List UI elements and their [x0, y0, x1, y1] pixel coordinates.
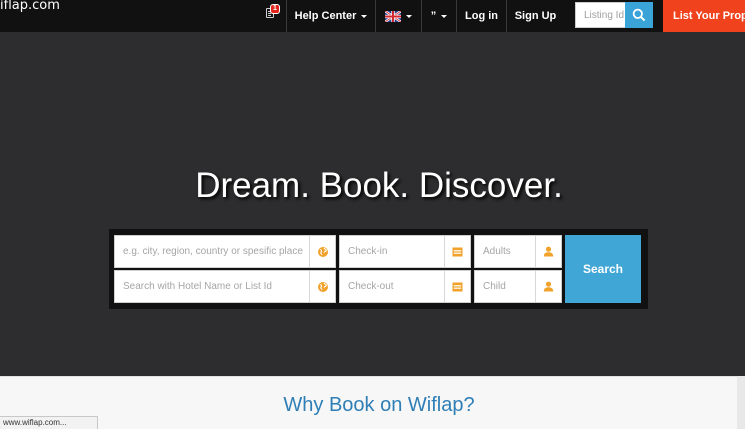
currency-dropdown[interactable]: ” [421, 0, 456, 32]
search-icon [632, 8, 646, 22]
currency-label: ” [430, 10, 437, 22]
calendar-addon [444, 236, 470, 267]
help-center-dropdown[interactable]: Help Center [286, 0, 375, 32]
hotel-name-field [114, 270, 336, 303]
uk-flag-icon [385, 10, 401, 22]
destination-input[interactable] [115, 236, 309, 267]
globe-icon [317, 246, 328, 257]
language-dropdown[interactable] [375, 0, 421, 32]
checkin-input[interactable] [340, 236, 444, 267]
help-center-label: Help Center [294, 10, 357, 22]
search-button[interactable]: Search [565, 235, 641, 303]
hero-title: Dream. Book. Discover. [195, 166, 563, 205]
listing-search [575, 2, 653, 28]
notification-button[interactable]: 1 [262, 4, 282, 24]
why-book-title: Why Book on Wiflap? [283, 394, 475, 416]
calendar-icon [452, 282, 463, 292]
child-input[interactable] [475, 271, 535, 302]
user-addon [535, 236, 561, 267]
list-property-button[interactable]: List Your Property [663, 0, 745, 32]
signup-link[interactable]: Sign Up [506, 0, 564, 32]
adults-field [474, 235, 562, 268]
scrollbar[interactable] [737, 376, 745, 429]
listing-id-input[interactable] [575, 2, 627, 28]
child-field [474, 270, 562, 303]
site-logo[interactable]: iflap.com [0, 0, 60, 13]
user-icon [543, 281, 554, 292]
calendar-icon [452, 247, 463, 257]
checkout-field [339, 270, 471, 303]
adults-input[interactable] [475, 236, 535, 267]
user-addon [535, 271, 561, 302]
user-icon [543, 246, 554, 257]
listing-search-button[interactable] [625, 2, 653, 28]
login-label: Log in [465, 10, 498, 22]
notification-badge: 1 [270, 4, 280, 14]
globe-addon [309, 271, 335, 302]
checkout-input[interactable] [340, 271, 444, 302]
chevron-down-icon [441, 15, 448, 18]
calendar-addon [444, 271, 470, 302]
login-link[interactable]: Log in [456, 0, 506, 32]
globe-icon [317, 281, 328, 292]
status-bar-url: www.wiflap.com... [0, 416, 98, 429]
chevron-down-icon [361, 15, 368, 18]
signup-label: Sign Up [514, 10, 557, 22]
top-navbar: iflap.com 1 Help Center ” Log in Sign Up [0, 0, 745, 32]
checkin-field [339, 235, 471, 268]
destination-field [114, 235, 336, 268]
chevron-down-icon [406, 15, 412, 18]
list-property-label: List Your Property [673, 10, 745, 22]
globe-addon [309, 236, 335, 267]
hotel-name-input[interactable] [115, 271, 309, 302]
